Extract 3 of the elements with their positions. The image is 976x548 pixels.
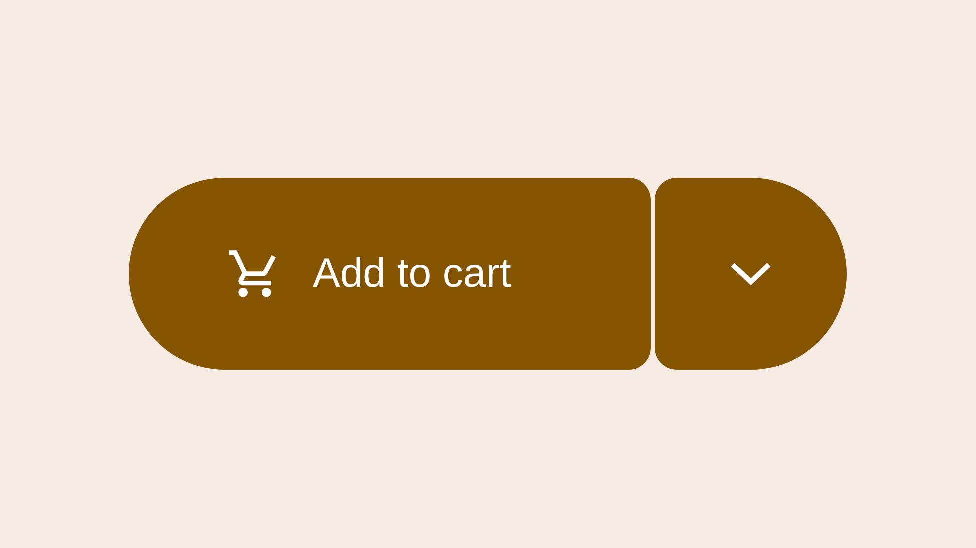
- chevron-down-icon: [729, 261, 773, 287]
- add-to-cart-button[interactable]: Add to cart: [129, 178, 651, 370]
- dropdown-button[interactable]: [655, 178, 847, 370]
